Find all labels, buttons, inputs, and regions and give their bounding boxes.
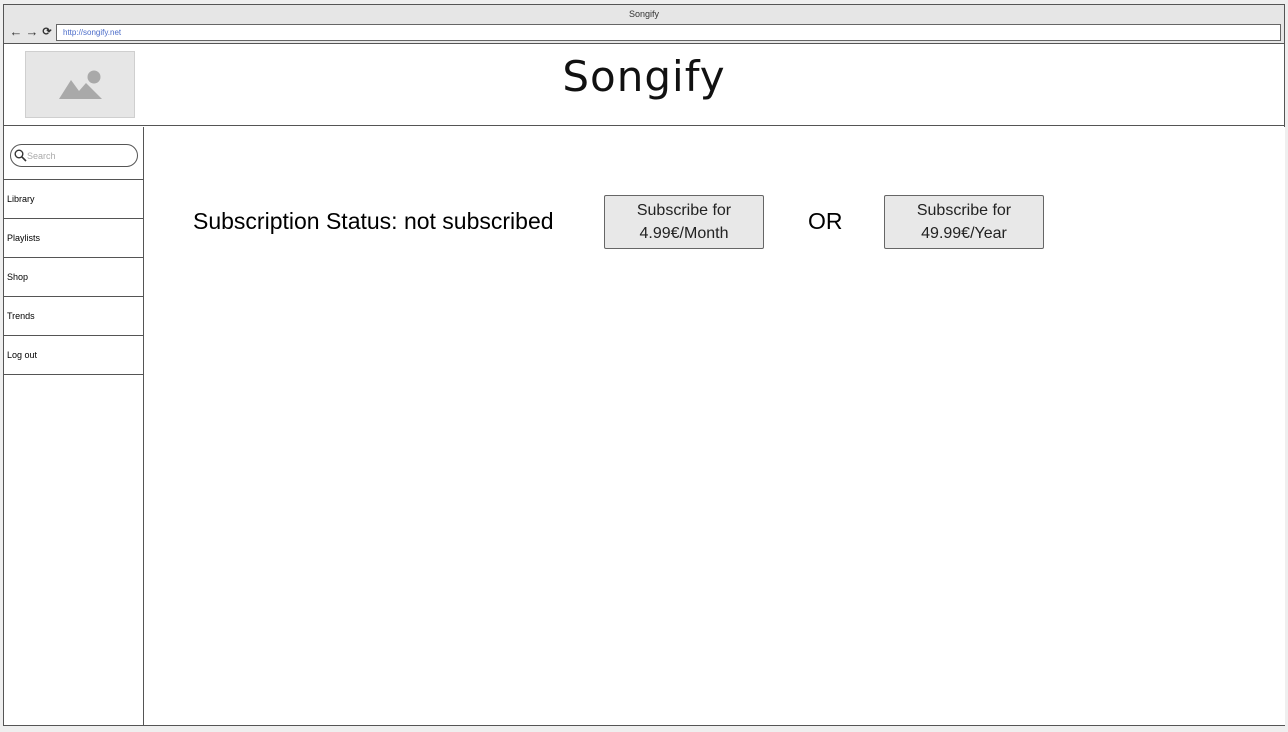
subscribe-yearly-line1: Subscribe for <box>916 202 1012 219</box>
main-content: Subscription Status: not subscribed Subs… <box>145 127 1285 725</box>
search-input[interactable] <box>27 147 132 164</box>
window-title: Songify <box>628 9 660 19</box>
subscribe-monthly-line1: Subscribe for <box>636 202 732 219</box>
or-label: OR <box>808 208 843 234</box>
app-title: Songify <box>562 52 726 101</box>
reload-icon[interactable]: ⟳ <box>40 25 54 39</box>
sidebar-item-trends[interactable]: Trends <box>4 297 144 336</box>
sidebar-menu: Library Playlists Shop Trends Log out <box>4 179 144 375</box>
sidebar-item-log-out[interactable]: Log out <box>4 336 144 375</box>
sidebar: Library Playlists Shop Trends Log out <box>4 127 144 725</box>
subscription-status: Subscription Status: not subscribed <box>193 208 554 234</box>
search-box[interactable] <box>10 144 138 167</box>
search-icon <box>14 149 27 162</box>
sidebar-item-playlists[interactable]: Playlists <box>4 219 144 258</box>
subscribe-monthly-price: 4.99€/Month <box>639 225 729 242</box>
subscribe-monthly-button[interactable]: Subscribe for 4.99€/Month <box>604 195 764 249</box>
back-arrow-icon[interactable]: ← <box>9 25 23 39</box>
sidebar-item-library[interactable]: Library <box>4 180 144 219</box>
browser-titlebar: Songify ← → ⟳ http://songify.net <box>4 5 1284 44</box>
subscribe-yearly-price: 49.99€/Year <box>921 225 1007 242</box>
page-header: Songify <box>4 44 1284 126</box>
browser-window: Songify ← → ⟳ http://songify.net Songify… <box>3 4 1285 726</box>
forward-arrow-icon[interactable]: → <box>25 25 39 39</box>
url-field[interactable]: http://songify.net <box>56 24 1281 41</box>
sidebar-item-shop[interactable]: Shop <box>4 258 144 297</box>
subscribe-yearly-button[interactable]: Subscribe for 49.99€/Year <box>884 195 1044 249</box>
